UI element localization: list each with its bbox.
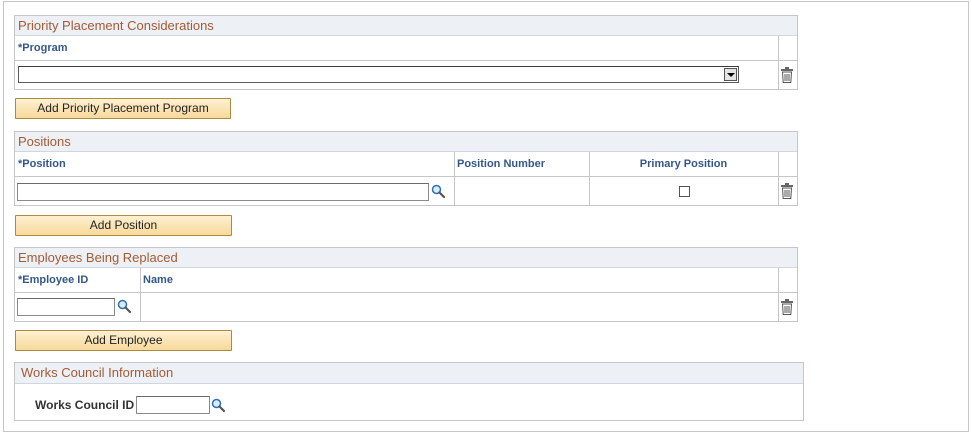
column-divider — [589, 177, 590, 205]
chevron-down-icon[interactable] — [724, 68, 737, 81]
magnifier-icon[interactable] — [117, 299, 131, 313]
column-header-position: *Position — [18, 158, 66, 170]
trash-icon[interactable] — [780, 299, 794, 315]
employee-id-input[interactable] — [17, 298, 115, 316]
grid-title: Positions — [15, 132, 797, 152]
column-divider — [140, 293, 141, 321]
column-divider — [778, 36, 779, 60]
grid-header: *Program — [15, 36, 797, 61]
column-divider — [778, 268, 779, 292]
grid-header: *Employee ID Name — [15, 268, 797, 293]
priority-placement-grid: Priority Placement Considerations *Progr… — [14, 15, 798, 90]
magnifier-icon[interactable] — [211, 398, 225, 412]
program-select[interactable] — [18, 66, 739, 83]
add-position-button[interactable]: Add Position — [15, 215, 232, 236]
employees-being-replaced-grid: Employees Being Replaced *Employee ID Na… — [14, 247, 798, 322]
column-divider — [778, 177, 779, 205]
table-row — [15, 177, 797, 205]
table-row — [15, 61, 797, 89]
works-council-group: Works Council Information Works Council … — [14, 362, 804, 421]
add-employee-button[interactable]: Add Employee — [15, 330, 232, 351]
works-council-id-input[interactable] — [136, 396, 210, 414]
column-header-position-number: Position Number — [457, 158, 546, 170]
grid-title: Employees Being Replaced — [15, 248, 797, 268]
table-row — [15, 293, 797, 321]
column-divider — [778, 293, 779, 321]
trash-icon[interactable] — [780, 67, 794, 83]
column-divider — [454, 177, 455, 205]
group-title: Works Council Information — [15, 363, 803, 384]
magnifier-icon[interactable] — [431, 184, 445, 198]
add-priority-placement-program-button[interactable]: Add Priority Placement Program — [15, 98, 231, 119]
positions-grid: Positions *Position Position Number Prim… — [14, 131, 798, 206]
primary-position-checkbox[interactable] — [679, 186, 690, 197]
column-header-name: Name — [143, 274, 173, 286]
column-header-primary-position: Primary Position — [639, 158, 728, 170]
column-divider — [778, 61, 779, 89]
column-header-employee-id: *Employee ID — [18, 274, 89, 286]
grid-header: *Position Position Number Primary Positi… — [15, 152, 797, 177]
position-input[interactable] — [17, 183, 429, 201]
grid-title: Priority Placement Considerations — [15, 16, 797, 36]
column-header-program: *Program — [18, 42, 68, 54]
trash-icon[interactable] — [780, 183, 794, 199]
works-council-id-label: Works Council ID — [35, 398, 135, 412]
column-divider — [778, 152, 779, 176]
